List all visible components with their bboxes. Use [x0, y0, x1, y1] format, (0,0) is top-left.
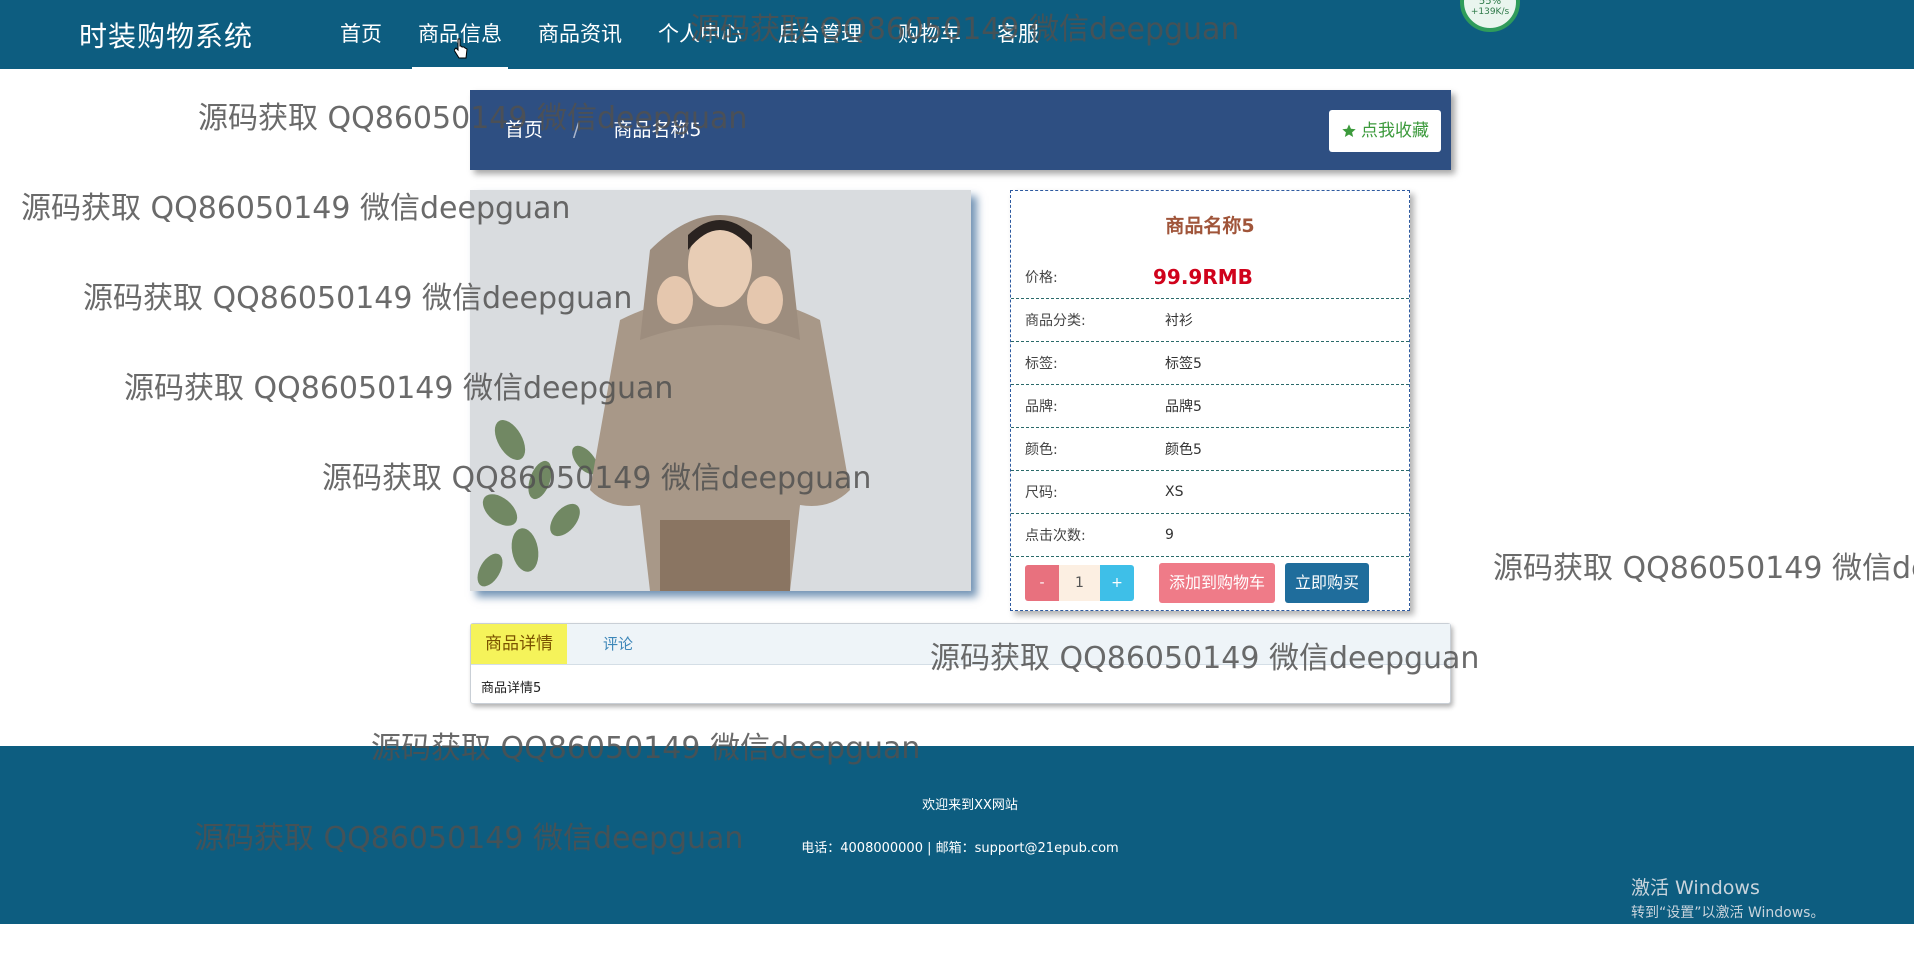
info-value: 颜色5 — [1165, 442, 1202, 458]
price-value: 99.9RMB — [1153, 265, 1253, 289]
buy-now-button[interactable]: 立即购买 — [1285, 563, 1370, 603]
detail-tabs: 商品详情 评论 — [471, 624, 1450, 665]
purchase-actions: - + 添加到购物车 立即购买 — [1011, 557, 1409, 609]
star-icon — [1342, 124, 1356, 137]
info-label: 标签: — [1025, 356, 1058, 372]
info-value: 衬衫 — [1165, 313, 1193, 329]
product-info-panel: 商品名称5 价格: 99.9RMB 商品分类: 衬衫 标签: 标签5 品牌: 品… — [1010, 190, 1410, 611]
info-row-clicks: 点击次数: 9 — [1011, 514, 1409, 557]
tab-product-detail[interactable]: 商品详情 — [471, 624, 567, 664]
breadcrumb-current: 商品名称5 — [613, 119, 702, 141]
network-speed: +139K/s — [1470, 7, 1510, 17]
quantity-increment-button[interactable]: + — [1100, 565, 1134, 601]
tab-comments[interactable]: 评论 — [589, 624, 647, 664]
nav-item-profile[interactable]: 个人中心 — [640, 0, 760, 69]
breadcrumb: 首页 / 商品名称5 — [505, 90, 702, 170]
watermark-text: 源码获取 QQ86050149 微信deepguan — [1493, 551, 1914, 586]
activate-windows-subtitle: 转到“设置”以激活 Windows。 — [1631, 905, 1825, 921]
info-label: 点击次数: — [1025, 528, 1086, 544]
product-detail-box: 商品详情 评论 商品详情5 — [470, 623, 1451, 704]
info-value: 品牌5 — [1165, 399, 1202, 415]
info-row-tag: 标签: 标签5 — [1011, 342, 1409, 385]
info-label: 品牌: — [1025, 399, 1058, 415]
footer-welcome: 欢迎来到XX网站 — [922, 798, 1018, 813]
nav-item-admin[interactable]: 后台管理 — [760, 0, 880, 69]
breadcrumb-home[interactable]: 首页 — [505, 90, 543, 170]
main-nav: 首页 商品信息 商品资讯 个人中心 后台管理 购物车 客服 — [322, 0, 1057, 69]
info-label: 尺码: — [1025, 485, 1058, 501]
product-title: 商品名称5 — [1165, 215, 1255, 237]
nav-item-news[interactable]: 商品资讯 — [520, 0, 640, 69]
activate-windows-notice: 激活 Windows 转到“设置”以激活 Windows。 — [1631, 873, 1824, 922]
info-row-price: 价格: 99.9RMB — [1011, 256, 1409, 299]
favorite-button[interactable]: 点我收藏 — [1329, 110, 1441, 152]
footer-contact: 电话：4008000000 | 邮箱：support@21epub.com — [801, 841, 1119, 856]
site-brand[interactable]: 时装购物系统 — [79, 15, 253, 55]
quantity-input[interactable] — [1059, 565, 1100, 601]
info-value: 9 — [1165, 527, 1174, 543]
info-label: 价格: — [1025, 270, 1058, 286]
product-photo-illustration — [470, 190, 971, 591]
breadcrumb-bar: 首页 / 商品名称5 点我收藏 — [470, 90, 1451, 170]
info-row-category: 商品分类: 衬衫 — [1011, 299, 1409, 342]
info-label: 颜色: — [1025, 442, 1058, 458]
network-speed-widget: 55% +139K/s — [1460, 0, 1520, 32]
info-value: 标签5 — [1165, 356, 1202, 372]
favorite-button-label: 点我收藏 — [1361, 121, 1429, 141]
product-image[interactable] — [470, 190, 971, 591]
network-percent: 55% — [1478, 0, 1502, 7]
nav-item-cart[interactable]: 购物车 — [880, 0, 979, 69]
info-row-color: 颜色: 颜色5 — [1011, 428, 1409, 471]
nav-item-service[interactable]: 客服 — [979, 0, 1057, 69]
activate-windows-title: 激活 Windows — [1631, 877, 1760, 899]
info-row-brand: 品牌: 品牌5 — [1011, 385, 1409, 428]
detail-content: 商品详情5 — [481, 681, 542, 696]
info-row-size: 尺码: XS — [1011, 471, 1409, 514]
quantity-decrement-button[interactable]: - — [1025, 565, 1059, 601]
add-to-cart-button[interactable]: 添加到购物车 — [1159, 563, 1276, 603]
info-label: 商品分类: — [1025, 313, 1086, 329]
breadcrumb-separator: / — [573, 119, 580, 141]
hand-cursor-icon — [454, 38, 468, 59]
info-value: XS — [1165, 484, 1184, 500]
nav-item-home[interactable]: 首页 — [322, 0, 400, 69]
top-navbar: 时装购物系统 首页 商品信息 商品资讯 个人中心 后台管理 购物车 客服 55%… — [0, 0, 1914, 69]
footer: 欢迎来到XX网站 电话：4008000000 | 邮箱：support@21ep… — [0, 746, 1914, 924]
